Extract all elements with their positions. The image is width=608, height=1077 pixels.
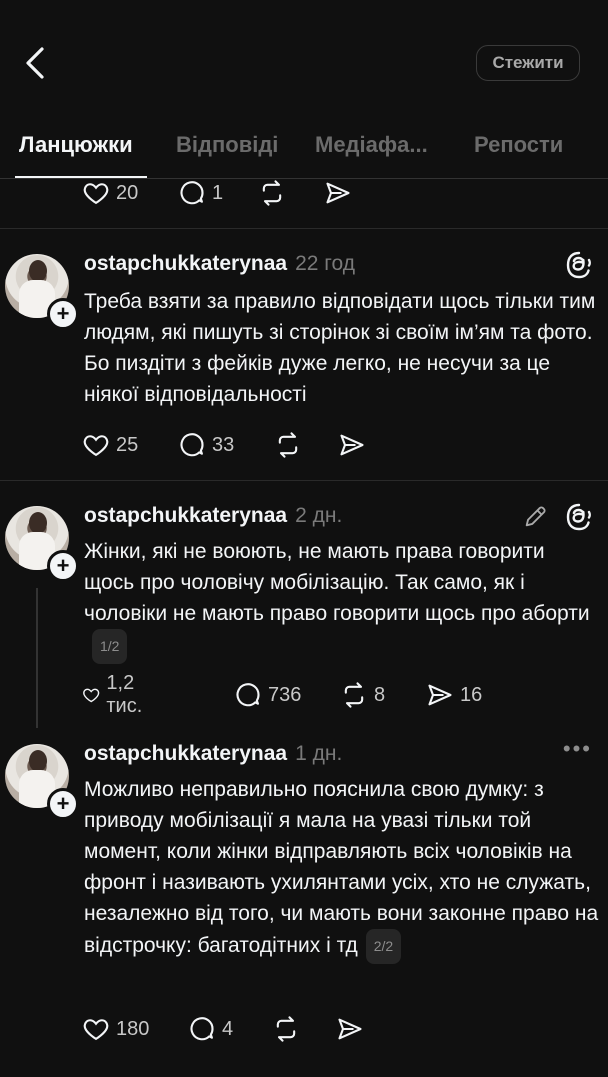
post-text: Треба взяти за правило відповідати щось … xyxy=(84,290,596,406)
post: + ostapchukkaterynaa 2 дн. Жінки, які не … xyxy=(0,480,608,730)
more-options-icon[interactable]: ••• xyxy=(563,736,592,762)
heart-icon xyxy=(83,183,109,205)
comment-count: 1 xyxy=(212,181,224,204)
like-count: 25 xyxy=(116,433,139,456)
comment-button[interactable]: 4 xyxy=(188,1014,233,1044)
post-time: 2 дн. xyxy=(295,504,343,527)
share-icon xyxy=(340,434,364,456)
tab-media[interactable]: Медіафа... xyxy=(315,132,428,158)
comment-icon xyxy=(180,433,204,457)
tab-reposts[interactable]: Репости xyxy=(474,132,563,158)
share-icon xyxy=(326,182,350,204)
post-text-block: Жінки, які не воюють, не мають права гов… xyxy=(84,536,599,664)
post-text: Жінки, які не воюють, не мають права гов… xyxy=(84,540,590,625)
top-bar: Стежити xyxy=(0,0,608,120)
like-button[interactable]: 20 xyxy=(82,178,138,208)
repost-count: 8 xyxy=(374,683,386,706)
repost-button[interactable] xyxy=(272,1014,300,1044)
share-button[interactable] xyxy=(324,178,352,208)
thread-connector xyxy=(36,588,38,728)
edit-pencil-icon[interactable] xyxy=(522,502,552,532)
repost-icon xyxy=(262,180,282,206)
follow-button[interactable]: Стежити xyxy=(476,45,580,81)
like-count: 1,2 тис. xyxy=(106,672,143,717)
comment-button[interactable]: 33 xyxy=(178,430,234,460)
repost-icon xyxy=(276,1016,296,1042)
follow-plus-icon[interactable]: + xyxy=(47,788,79,820)
like-button[interactable]: 25 xyxy=(82,430,138,460)
comment-icon xyxy=(180,181,204,205)
repost-icon xyxy=(344,682,364,708)
threads-logo-icon[interactable] xyxy=(564,502,594,532)
comment-count: 33 xyxy=(212,433,235,456)
post: + ostapchukkaterynaa 22 год Треба взяти з… xyxy=(0,228,608,480)
tab-replies[interactable]: Відповіді xyxy=(176,132,278,158)
thread-pager: 1/2 xyxy=(92,629,128,664)
post-header: ostapchukkaterynaa 22 год xyxy=(84,252,355,276)
post-time: 1 дн. xyxy=(295,742,343,765)
post-text-block: Можливо неправильно пояснила свою думку:… xyxy=(84,774,599,964)
tab-threads[interactable]: Ланцюжки xyxy=(19,132,133,158)
share-button[interactable] xyxy=(338,430,366,460)
comment-button[interactable]: 736 xyxy=(234,680,301,710)
post-time: 22 год xyxy=(295,252,355,275)
comment-icon xyxy=(236,683,260,707)
heart-icon xyxy=(83,1019,109,1041)
back-icon[interactable] xyxy=(18,45,54,81)
follow-plus-icon[interactable]: + xyxy=(47,298,79,330)
follow-plus-icon[interactable]: + xyxy=(47,550,79,582)
post-header: ostapchukkaterynaa 1 дн. xyxy=(84,742,342,766)
repost-button[interactable]: 8 xyxy=(340,680,385,710)
like-count: 20 xyxy=(116,181,139,204)
repost-icon xyxy=(278,432,298,458)
heart-icon xyxy=(83,435,109,457)
share-button[interactable]: 16 xyxy=(426,680,482,710)
heart-icon xyxy=(83,688,100,703)
username[interactable]: ostapchukkaterynaa xyxy=(84,252,287,275)
comment-button[interactable]: 1 xyxy=(178,178,223,208)
comment-icon xyxy=(190,1017,214,1041)
username[interactable]: ostapchukkaterynaa xyxy=(84,742,287,765)
share-icon xyxy=(428,684,452,706)
share-button[interactable] xyxy=(336,1014,364,1044)
post: + ostapchukkaterynaa 1 дн. ••• Можливо не… xyxy=(0,730,608,1077)
thread-pager: 2/2 xyxy=(365,929,402,964)
post-text: Можливо неправильно пояснила свою думку:… xyxy=(84,778,599,958)
like-count: 180 xyxy=(116,1017,150,1040)
like-button[interactable]: 1,2 тис. xyxy=(82,672,152,717)
like-button[interactable]: 180 xyxy=(82,1014,149,1044)
profile-tabs: Ланцюжки Відповіді Медіафа... Репости xyxy=(0,122,608,179)
comment-count: 736 xyxy=(268,683,302,706)
comment-count: 4 xyxy=(222,1017,234,1040)
username[interactable]: ostapchukkaterynaa xyxy=(84,504,287,527)
repost-button[interactable] xyxy=(274,430,302,460)
threads-logo-icon[interactable] xyxy=(564,250,594,280)
share-icon xyxy=(338,1018,362,1040)
repost-button[interactable] xyxy=(258,178,286,208)
post-header: ostapchukkaterynaa 2 дн. xyxy=(84,504,342,528)
share-count: 16 xyxy=(460,683,483,706)
